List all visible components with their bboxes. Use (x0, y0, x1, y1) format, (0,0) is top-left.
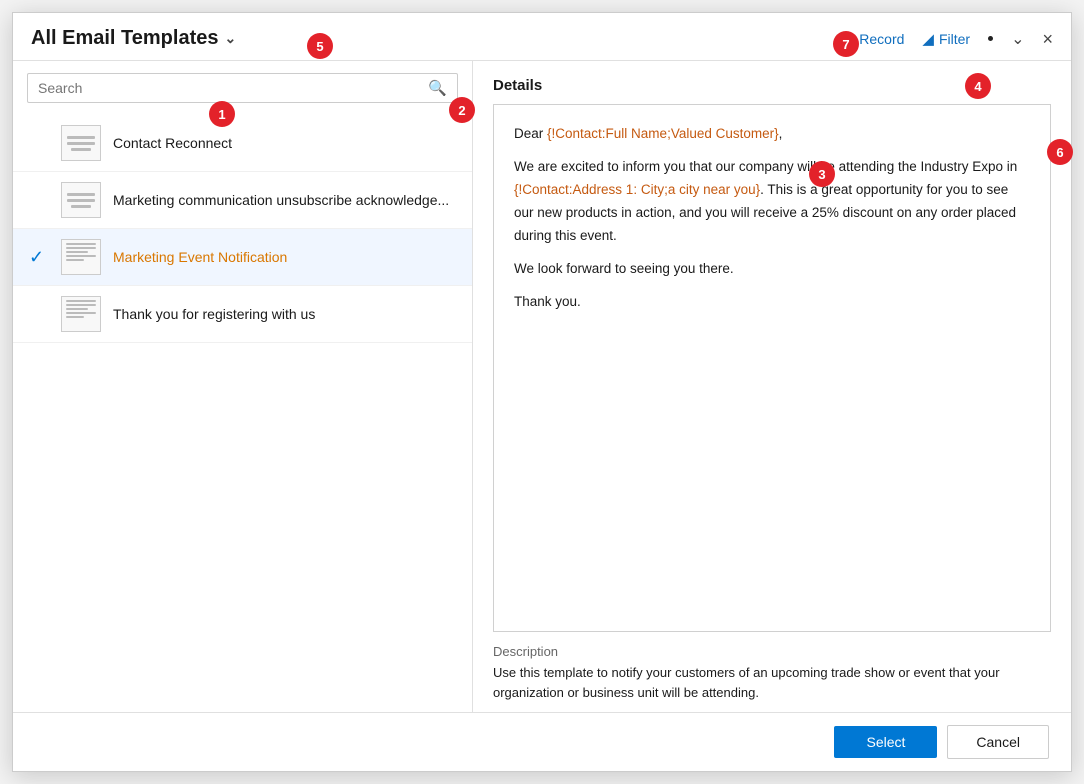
left-panel: 🔍 Contact Reconnect (13, 61, 473, 712)
description-text: Use this template to notify your custome… (493, 663, 1051, 702)
email-preview: Dear {!Contact:Full Name;Valued Customer… (493, 104, 1051, 632)
template-list: Contact Reconnect Marketing communicatio… (13, 111, 472, 712)
record-button[interactable]: 📁 Record (836, 30, 905, 48)
template-thumb-alt (61, 239, 101, 275)
email-line-3: We look forward to seeing you there. (514, 258, 1030, 281)
dynamic-city: {!Contact:Address 1: City;a city near yo… (514, 182, 760, 197)
filter-label: Filter (939, 31, 970, 47)
dialog-body: 🔍 Contact Reconnect (13, 61, 1071, 712)
record-label: Record (859, 31, 904, 47)
close-button[interactable]: × (1042, 30, 1053, 48)
select-button[interactable]: Select (834, 726, 937, 758)
template-name-selected: Marketing Event Notification (113, 249, 287, 265)
dialog-footer: Select Cancel (13, 712, 1071, 771)
email-line-1: Dear {!Contact:Full Name;Valued Customer… (514, 123, 1030, 146)
more-options-dot[interactable] (988, 36, 993, 41)
template-name: Marketing communication unsubscribe ackn… (113, 192, 449, 208)
filter-button[interactable]: ◢ Filter (922, 30, 970, 48)
header-actions: 📁 Record ◢ Filter ⌄ × (836, 29, 1053, 49)
email-templates-dialog: 1 2 3 4 5 6 7 All Email Templates ⌄ 📁 Re… (12, 12, 1072, 772)
search-input[interactable] (38, 80, 428, 96)
template-item-selected[interactable]: ✓ Marketing Event Notification (13, 229, 472, 286)
dialog-header: All Email Templates ⌄ 📁 Record ◢ Filter … (13, 13, 1071, 61)
template-item[interactable]: Thank you for registering with us (13, 286, 472, 343)
dialog-title: All Email Templates ⌄ (31, 27, 236, 50)
right-panel: Details Dear {!Contact:Full Name;Valued … (473, 61, 1071, 712)
details-label: Details (493, 77, 1051, 94)
template-name: Contact Reconnect (113, 135, 232, 151)
description-label: Description (493, 644, 1051, 659)
template-name: Thank you for registering with us (113, 306, 315, 322)
search-bar: 🔍 (27, 73, 458, 103)
template-thumb (61, 182, 101, 218)
filter-icon: ◢ (922, 30, 934, 48)
search-icon[interactable]: 🔍 (428, 79, 447, 97)
title-dropdown-icon[interactable]: ⌄ (224, 30, 236, 47)
cancel-button[interactable]: Cancel (947, 725, 1049, 759)
record-icon: 📁 (836, 30, 855, 48)
dynamic-contact-name: {!Contact:Full Name;Valued Customer} (547, 126, 779, 141)
email-line-4: Thank you. (514, 291, 1030, 314)
email-line-2: We are excited to inform you that our co… (514, 156, 1030, 248)
check-icon: ✓ (29, 247, 49, 268)
template-item[interactable]: Contact Reconnect (13, 115, 472, 172)
expand-icon[interactable]: ⌄ (1011, 29, 1024, 49)
template-item[interactable]: Marketing communication unsubscribe ackn… (13, 172, 472, 229)
template-thumb-alt (61, 296, 101, 332)
dialog-title-text: All Email Templates (31, 27, 218, 50)
template-thumb (61, 125, 101, 161)
